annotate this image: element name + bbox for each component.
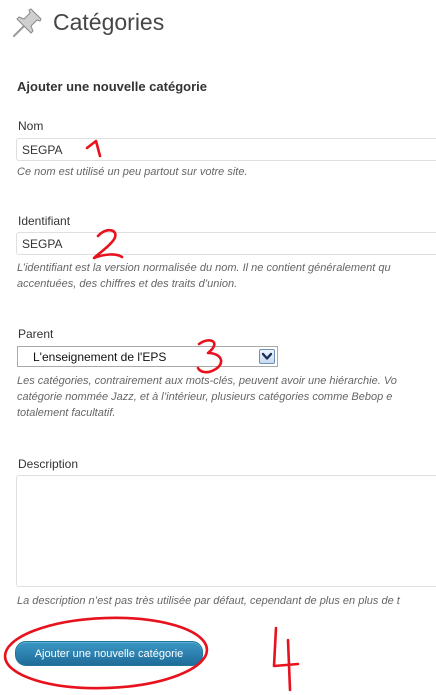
slug-help-text: L’identifiant est la version normalisée … <box>17 260 436 292</box>
pushpin-icon <box>13 8 42 37</box>
parent-label: Parent <box>18 327 54 341</box>
slug-help-line: L’identifiant est la version normalisée … <box>17 262 391 274</box>
parent-help-line: Les catégories, contrairement aux mots-c… <box>17 375 397 387</box>
parent-select[interactable]: L'enseignement de l'EPS <box>17 346 278 367</box>
name-input[interactable] <box>16 138 436 161</box>
page-title: Catégories <box>53 9 165 35</box>
slug-input[interactable] <box>16 232 436 255</box>
parent-selected-value: L'enseignement de l'EPS <box>33 350 167 364</box>
add-category-button[interactable]: Ajouter une nouvelle catégorie <box>15 641 203 666</box>
page-header: Catégories <box>10 6 430 42</box>
description-textarea[interactable] <box>16 475 436 587</box>
parent-help-line: totalement facultatif. <box>17 407 116 419</box>
form-heading: Ajouter une nouvelle catégorie <box>17 79 207 94</box>
chevron-down-icon[interactable] <box>259 349 275 364</box>
description-help-text: La description n’est pas très utilisée p… <box>17 595 400 607</box>
description-label: Description <box>18 457 79 471</box>
slug-help-line: accentuées, des chiffres et des traits d… <box>17 278 238 290</box>
parent-help-text: Les catégories, contrairement aux mots-c… <box>17 373 436 421</box>
parent-help-line: catégorie nommée Jazz, et à l’intérieur,… <box>17 391 393 403</box>
name-help-text: Ce nom est utilisé un peu partout sur vo… <box>17 166 248 178</box>
annotation-mark-4 <box>272 626 300 692</box>
name-label: Nom <box>18 119 44 133</box>
slug-label: Identifiant <box>18 214 71 228</box>
